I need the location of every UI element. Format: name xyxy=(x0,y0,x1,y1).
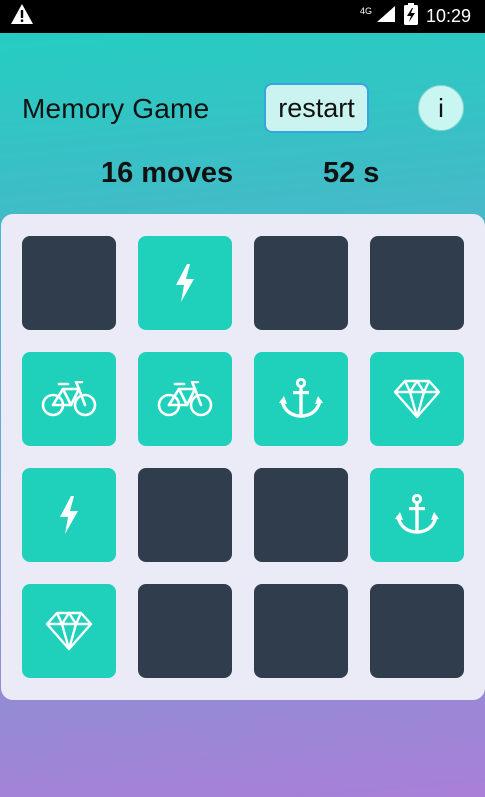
card-9[interactable] xyxy=(22,468,116,562)
timer: 52 s xyxy=(323,157,379,190)
status-left xyxy=(10,3,34,30)
card-8[interactable] xyxy=(370,352,464,446)
card-6[interactable] xyxy=(138,352,232,446)
card-15[interactable] xyxy=(254,584,348,678)
restart-button[interactable]: restart xyxy=(264,83,369,133)
card-4[interactable] xyxy=(370,236,464,330)
status-right: 4G 10:29 xyxy=(360,3,471,30)
card-13[interactable] xyxy=(22,584,116,678)
diamond-icon xyxy=(393,379,441,419)
game-header: Memory Game restart i 16 moves 52 s xyxy=(0,33,485,213)
clock: 10:29 xyxy=(425,6,471,26)
diamond-icon xyxy=(45,611,93,651)
bolt-icon xyxy=(56,495,82,535)
network-type-label: 4G xyxy=(359,5,372,16)
card-10[interactable] xyxy=(138,468,232,562)
moves-value: 16 xyxy=(101,157,134,189)
anchor-icon xyxy=(279,378,323,420)
card-5[interactable] xyxy=(22,352,116,446)
card-board xyxy=(1,214,485,700)
card-12[interactable] xyxy=(370,468,464,562)
game-title: Memory Game xyxy=(22,93,210,124)
battery-charging-icon xyxy=(403,3,418,30)
card-1[interactable] xyxy=(22,236,116,330)
card-16[interactable] xyxy=(370,584,464,678)
info-button[interactable]: i xyxy=(418,85,464,131)
status-bar: 4G 10:29 xyxy=(0,0,485,33)
warning-icon xyxy=(10,3,34,30)
anchor-icon xyxy=(395,494,439,536)
timer-unit: s xyxy=(363,157,380,189)
bolt-icon xyxy=(172,263,198,303)
moves-unit: moves xyxy=(141,157,234,189)
card-2[interactable] xyxy=(138,236,232,330)
signal-icon xyxy=(376,5,396,28)
card-7[interactable] xyxy=(254,352,348,446)
bicycle-icon xyxy=(41,381,97,417)
card-11[interactable] xyxy=(254,468,348,562)
bicycle-icon xyxy=(157,381,213,417)
moves-counter: 16 moves xyxy=(101,157,233,190)
timer-value: 52 xyxy=(323,157,356,189)
card-14[interactable] xyxy=(138,584,232,678)
card-3[interactable] xyxy=(254,236,348,330)
